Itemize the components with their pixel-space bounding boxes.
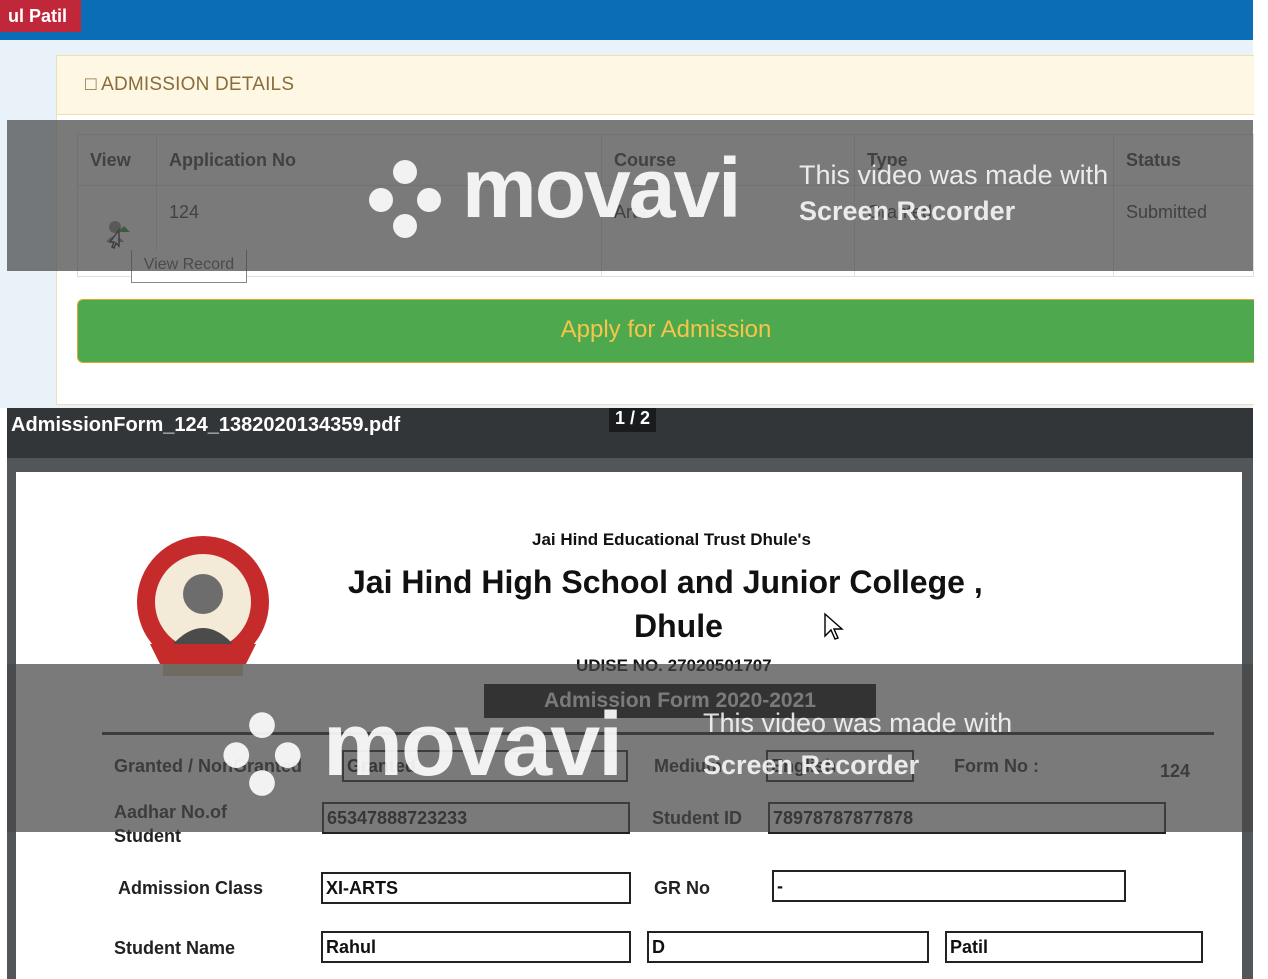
pdf-viewport[interactable]: Jai Hind Educational Trust Dhule's Jai H… xyxy=(7,458,1253,979)
medium-field: English xyxy=(766,750,914,782)
aadhar-field: 65347888723233 xyxy=(322,802,630,834)
udise-number: UDISE NO. 27020501707 xyxy=(576,656,772,675)
col-header-view: View xyxy=(77,134,157,186)
panel-title: □ ADMISSION DETAILS xyxy=(85,74,295,95)
view-record-tooltip: View Record xyxy=(131,250,247,283)
form-no-value: 124 xyxy=(1160,761,1191,781)
panel-header: □ ADMISSION DETAILS xyxy=(57,56,1254,115)
aadhar-label-line-2: Student xyxy=(114,826,181,846)
col-header-application-no: Application No xyxy=(156,134,602,186)
view-record-icon[interactable] xyxy=(104,218,134,265)
school-emblem-logo xyxy=(137,536,269,676)
granted-label: Granted / NonGranted xyxy=(114,756,303,776)
form-no-label: Form No : xyxy=(954,756,1039,776)
pdf-toolbar: AdmissionForm_124_1382020134359.pdf 1 / … xyxy=(7,408,1253,458)
school-name-line-2: Dhule xyxy=(634,608,723,644)
middle-name-field: D xyxy=(647,931,929,963)
status-cell: Submitted xyxy=(1113,185,1254,277)
last-name-field: Patil xyxy=(945,931,1203,963)
school-name-line-1: Jai Hind High School and Junior College … xyxy=(348,564,983,600)
table-header-row: View Application No Course Type Status xyxy=(77,134,1254,186)
admission-class-label: Admission Class xyxy=(118,878,264,898)
medium-label: Medium xyxy=(654,756,723,776)
apply-for-admission-button[interactable]: Apply for Admission xyxy=(77,299,1254,363)
student-name-label: Student Name xyxy=(114,938,236,958)
table-row: 124 Arts Granted Submitted xyxy=(77,185,1254,277)
trust-name: Jai Hind Educational Trust Dhule's xyxy=(532,530,811,549)
gr-no-field: - xyxy=(772,870,1126,902)
first-name-field: Rahul xyxy=(321,931,631,963)
col-header-course: Course xyxy=(601,134,855,186)
type-cell: Granted xyxy=(854,185,1114,277)
pdf-page-indicator: 1 / 2 xyxy=(609,408,657,432)
admission-class-field: XI-ARTS xyxy=(321,872,631,904)
pdf-filename: AdmissionForm_124_1382020134359.pdf xyxy=(11,414,401,436)
student-id-label: Student ID xyxy=(652,808,742,828)
granted-field: Granted xyxy=(342,750,628,782)
mouse-pointer-icon xyxy=(824,612,844,640)
student-id-field: 78978787877878 xyxy=(768,802,1166,834)
col-header-type: Type xyxy=(854,134,1114,186)
pdf-page: Jai Hind Educational Trust Dhule's Jai H… xyxy=(16,472,1242,979)
header-divider xyxy=(102,732,1214,735)
admission-table: View Application No Course Type Status 1… xyxy=(77,134,1254,277)
top-navbar: ul Patil xyxy=(0,0,1253,40)
course-cell: Arts xyxy=(601,185,855,277)
form-title-banner: Admission Form 2020-2021 xyxy=(484,684,876,718)
col-header-status: Status xyxy=(1113,134,1254,186)
user-name-badge[interactable]: ul Patil xyxy=(0,0,82,32)
gr-no-label: GR No xyxy=(654,878,710,898)
aadhar-label-line-1: Aadhar No.of xyxy=(114,802,228,822)
